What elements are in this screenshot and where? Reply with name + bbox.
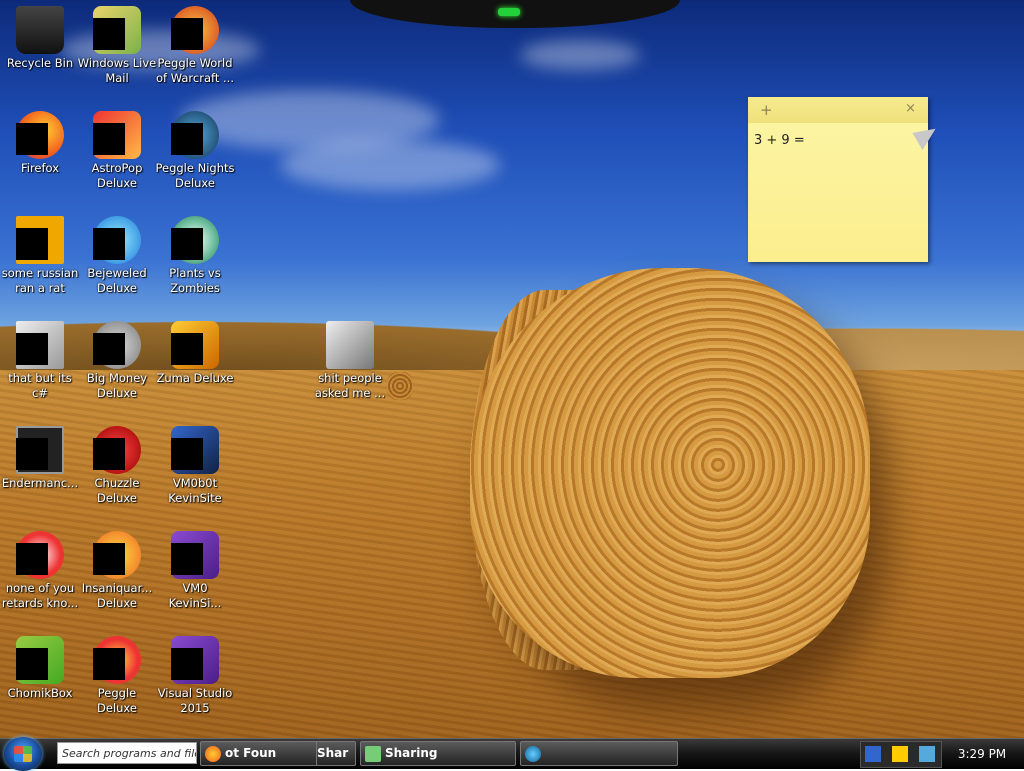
start-button[interactable] [4,737,42,771]
icon-label: Firefox [20,161,60,175]
desktop-icon-firefox[interactable]: Firefox [0,111,80,176]
redaction [93,648,125,680]
sticky-note[interactable]: + × 3 + 9 = [748,97,928,262]
tray-icon[interactable] [892,746,909,762]
redaction [171,543,203,575]
redaction [93,228,125,260]
desktop-icon-vm0[interactable]: VM0 KevinSi... [155,531,235,611]
desktop-icon-plants-vs-zombies[interactable]: Plants vs Zombies [155,216,235,296]
icon-label: Visual Studio 2015 [157,686,233,715]
start-search-input[interactable]: Search programs and files [57,742,197,764]
taskbar-button-label: Sharing [385,746,438,760]
icon-label: none of you retards kno... [1,581,79,610]
redaction [171,648,203,680]
icon-label: Plants vs Zombies [169,266,221,295]
desktop-icon-zuma[interactable]: Zuma Deluxe [155,321,235,386]
icon-label: Insaniquar... Deluxe [81,581,153,610]
desktop-icon-none-of-you[interactable]: none of you retards kno... [0,531,80,611]
desktop-icon-russian-rat[interactable]: some russian ran a rat [0,216,80,296]
desktop-icon-big-money[interactable]: Big Money Deluxe [77,321,157,401]
desktop-icon-astropop[interactable]: AstroPop Deluxe [77,111,157,191]
icon-label: VM0b0t KevinSite [168,476,222,505]
redaction [16,543,48,575]
sticky-note-text[interactable]: 3 + 9 = [748,123,928,158]
icon-label: Endermanc... [1,476,79,490]
redaction [16,438,48,470]
redaction [171,18,203,50]
redaction [93,543,125,575]
desktop-icon-vm0b0t[interactable]: VM0b0t KevinSite [155,426,235,506]
cloud [520,40,640,70]
icon-label: VM0 KevinSi... [168,581,222,610]
redaction [16,648,48,680]
desktop-icon-chomikbox[interactable]: ChomikBox [0,636,80,701]
redaction [16,333,48,365]
add-note-button[interactable]: + [760,101,773,119]
desktop-icon-peggle-nights[interactable]: Peggle Nights Deluxe [155,111,235,191]
hay-bale [470,268,870,678]
small-hay-bale [387,372,413,400]
taskbar-button-label: Shar [317,746,349,760]
desktop-icon-folder[interactable]: shit people asked me ... [310,321,390,401]
desktop-icon-endermanch[interactable]: Endermanc... [0,426,80,491]
network-tray-icon[interactable] [919,746,936,762]
taskbar-button-app[interactable] [520,741,678,766]
redaction [93,123,125,155]
tray-icon[interactable] [865,746,881,762]
icon-label: Zuma Deluxe [156,371,234,385]
icon-label: AstroPop Deluxe [91,161,143,190]
desktop-icon-bejeweled[interactable]: Bejeweled Deluxe [77,216,157,296]
folder-icon [326,321,374,369]
icon-label: Windows Live Mail [77,56,157,85]
icon-label: Peggle World of Warcraft ... [156,56,234,85]
desktop-icon-peggle-wow[interactable]: Peggle World of Warcraft ... [155,6,235,86]
icon-label: Bejeweled Deluxe [87,266,147,295]
redaction [93,18,125,50]
sticky-note-header: + × [748,97,928,123]
desktop-icon-peggle-deluxe[interactable]: Peggle Deluxe [77,636,157,716]
redaction [171,333,203,365]
icon-label: that but its c# [8,371,72,400]
icon-label: Big Money Deluxe [86,371,148,400]
redaction [16,123,48,155]
gadget-led [498,8,520,16]
taskbar: Search programs and files ot Foun Shar S… [0,737,1024,771]
redaction [93,438,125,470]
desktop-icon-windows-live-mail[interactable]: Windows Live Mail [77,6,157,86]
icon-label: Chuzzle Deluxe [94,476,140,505]
redaction [171,438,203,470]
icon-label: shit people asked me ... [314,371,386,400]
redaction [171,123,203,155]
network-icon [365,745,381,762]
icon-label: Recycle Bin [6,56,74,70]
redaction [93,333,125,365]
clock[interactable]: 3:29 PM [940,739,1024,769]
taskbar-button-label: ot Foun [225,746,277,760]
cloud [280,140,500,190]
system-tray [860,741,942,768]
firefox-icon [205,745,221,762]
redaction [16,228,48,260]
app-icon [525,745,541,762]
close-note-button[interactable]: × [905,101,916,116]
desktop-icon-visual-studio[interactable]: Visual Studio 2015 [155,636,235,716]
icon-label: Peggle Deluxe [97,686,137,715]
icon-label: ChomikBox [7,686,73,700]
recycle-bin-icon [16,6,64,54]
desktop-icon-recycle-bin[interactable]: Recycle Bin [0,6,80,71]
taskbar-button-share[interactable]: Shar [316,741,356,766]
desktop-icon-chuzzle[interactable]: Chuzzle Deluxe [77,426,157,506]
redaction [171,228,203,260]
icon-label: some russian ran a rat [1,266,79,295]
taskbar-button-sharing[interactable]: Sharing [360,741,516,766]
windows-logo-icon [14,746,32,762]
icon-label: Peggle Nights Deluxe [155,161,235,190]
desktop-icon-that-but-its-csharp[interactable]: that but its c# [0,321,80,401]
desktop-icon-insaniquarium[interactable]: Insaniquar... Deluxe [77,531,157,611]
